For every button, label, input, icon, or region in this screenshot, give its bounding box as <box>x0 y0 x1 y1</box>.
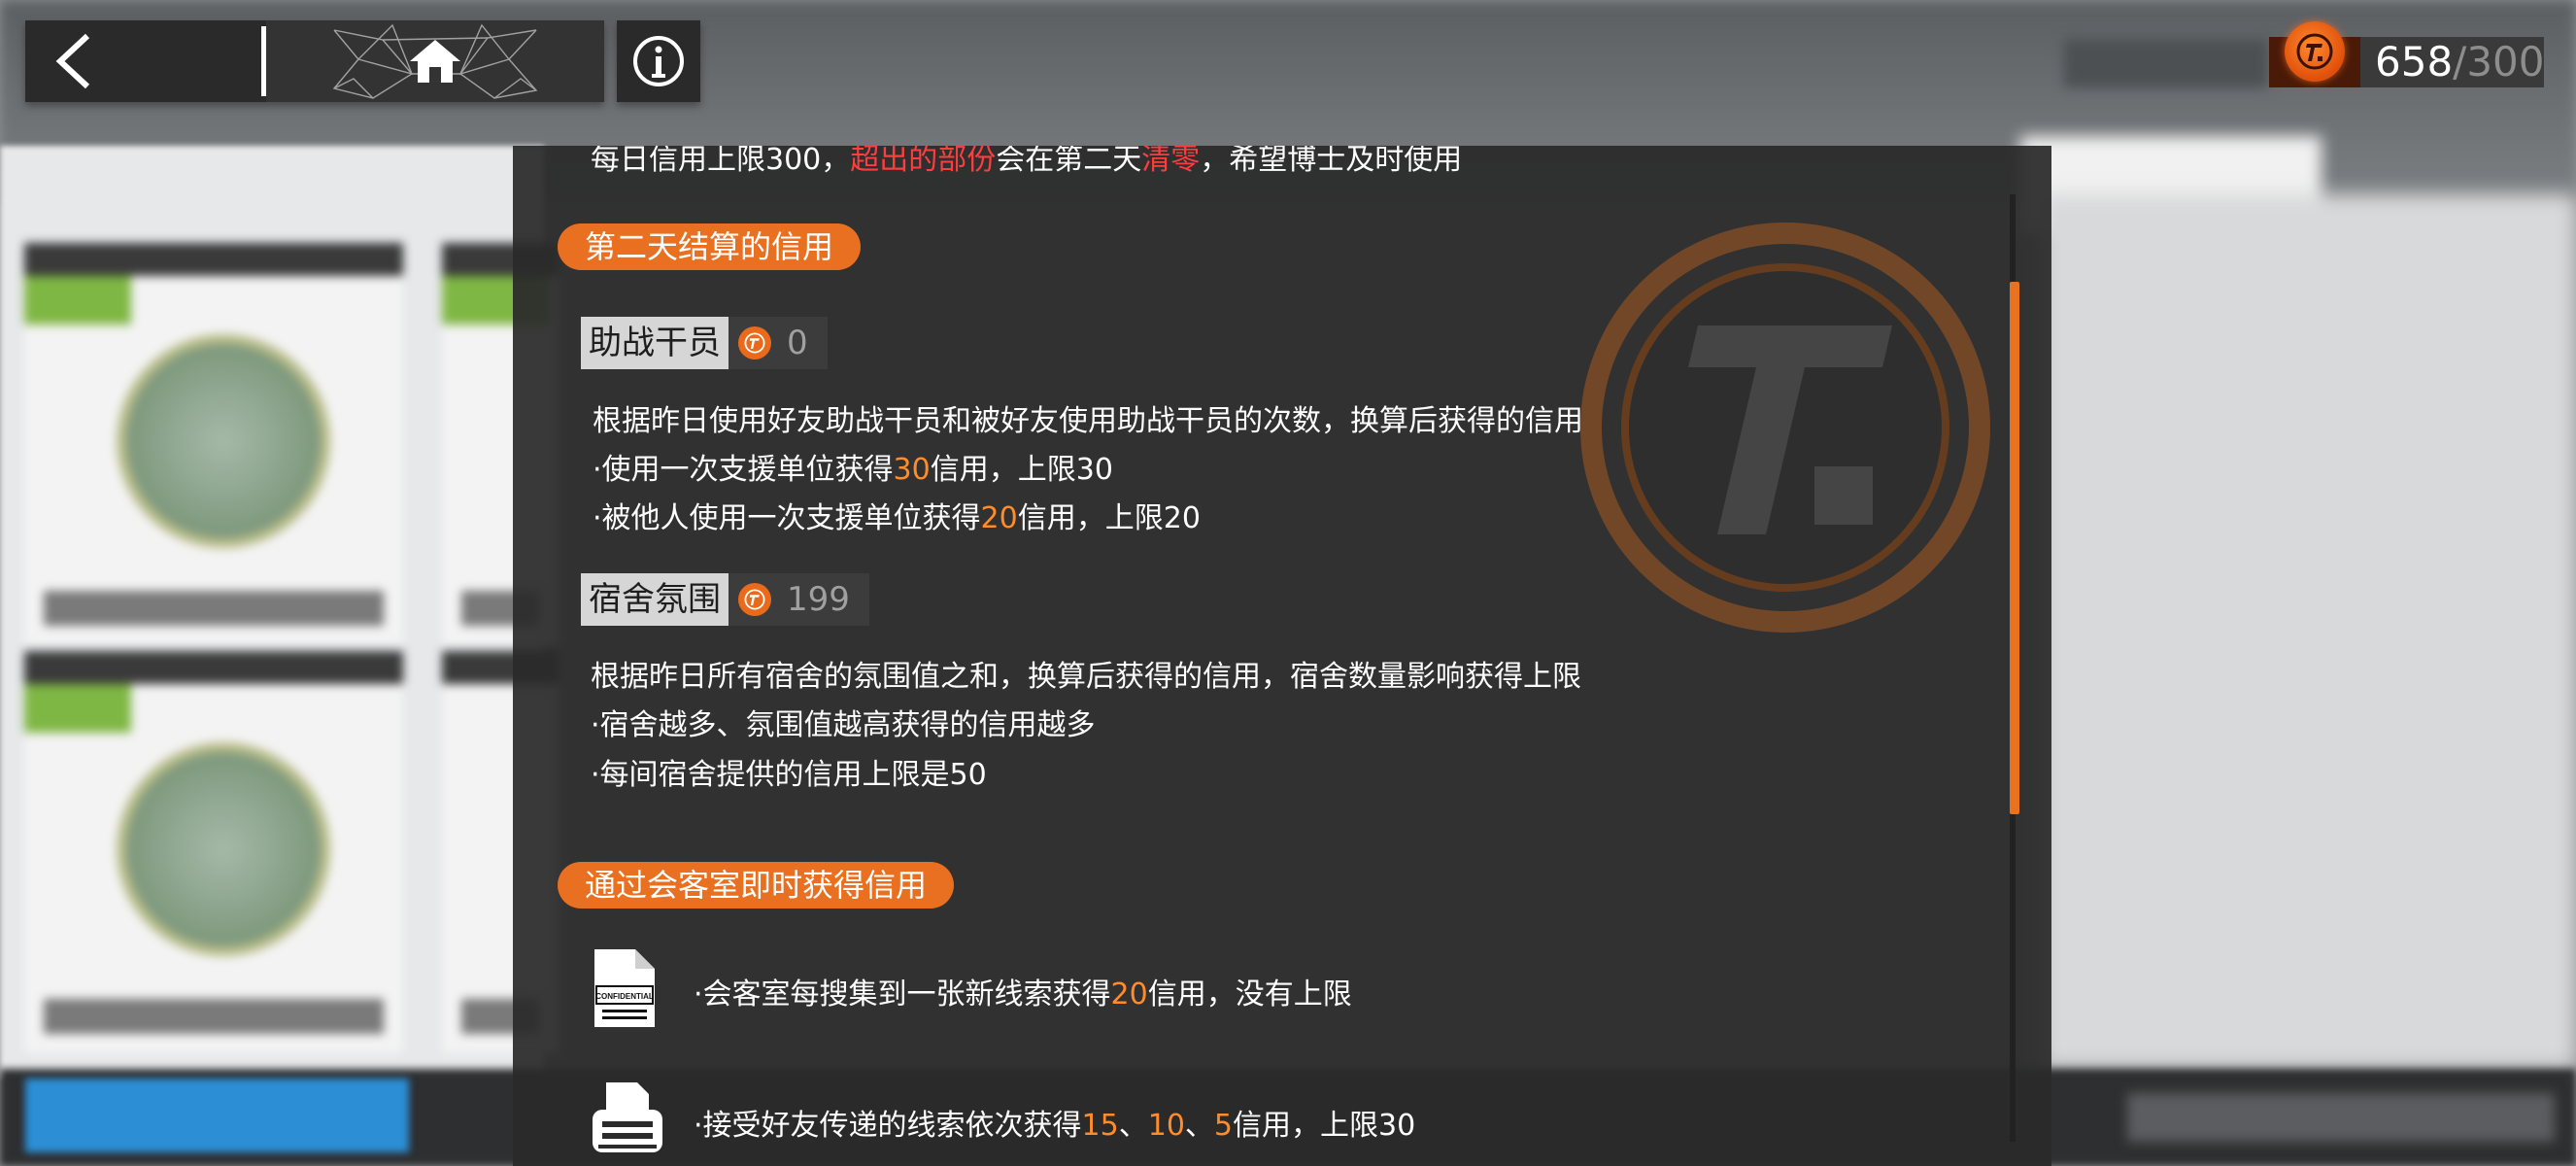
clue-rule: ·会客室每搜集到一张新线索获得20信用，没有上限 <box>694 970 1352 1012</box>
assist-label: 助战干员 <box>581 317 729 369</box>
dorm-label: 宿舍氛围 <box>581 573 729 626</box>
rule-number: 5 <box>1213 1109 1234 1143</box>
credit-limit: 300 <box>2466 38 2545 86</box>
modal-scrollbar-thumb[interactable] <box>2010 282 2019 814</box>
rule-number: 30 <box>893 453 931 487</box>
credit-coin-icon <box>2285 21 2345 82</box>
rule-text: ·会客室每搜集到一张新线索获得 <box>694 977 1111 1012</box>
home-button[interactable] <box>266 20 604 102</box>
rule-text: 信用，没有上限 <box>1147 977 1352 1012</box>
bg-top-buttons <box>2064 39 2268 87</box>
transfer-rule: ·接受好友传递的线索依次获得15、10、5信用，上限30 <box>694 1101 1415 1144</box>
assist-value-box: 0 <box>729 317 828 369</box>
home-icon <box>410 40 460 83</box>
confidential-stamp: CONFIDENTIAL <box>595 992 654 1001</box>
note-highlight: 清零 <box>1141 146 1201 177</box>
confidential-document-icon: CONFIDENTIAL <box>593 947 657 1033</box>
dorm-rule-2: ·每间宿舍提供的信用上限是50 <box>591 758 987 792</box>
rule-text: ·被他人使用一次支援单位获得 <box>593 501 981 535</box>
rule-text: ·使用一次支援单位获得 <box>593 453 894 487</box>
rule-number: 15 <box>1081 1109 1119 1143</box>
section-title-reception: 通过会客室即时获得信用 <box>558 862 955 909</box>
dorm-credit-label: 宿舍氛围 199 <box>581 573 869 626</box>
bg-item-card <box>24 651 403 1053</box>
credit-separator: / <box>2453 38 2467 86</box>
bg-item-card <box>24 243 403 645</box>
dorm-description: 根据昨日所有宿舍的氛围值之和，换算后获得的信用，宿舍数量影响获得上限 <box>591 660 1581 694</box>
assist-rule-1: ·使用一次支援单位获得30信用，上限30 <box>593 445 1113 488</box>
rule-number: 10 <box>1147 1109 1185 1143</box>
assist-value: 0 <box>787 324 808 362</box>
section-title-next-day: 第二天结算的信用 <box>558 223 862 270</box>
credit-coin-icon <box>738 326 771 360</box>
note-part: 每日信用上限300， <box>591 146 851 177</box>
info-icon <box>633 36 684 86</box>
rule-text: ·接受好友传递的线索依次获得 <box>694 1109 1082 1143</box>
chevron-left-icon <box>55 33 90 89</box>
rule-text: 信用，上限20 <box>1017 501 1201 535</box>
back-button[interactable] <box>25 20 264 102</box>
credit-coin-icon <box>738 583 771 616</box>
credit-text: 658/300 <box>2375 37 2545 87</box>
assist-rule-2: ·被他人使用一次支援单位获得20信用，上限20 <box>593 494 1201 536</box>
bg-right-panel <box>2040 194 2576 1069</box>
dorm-value-box: 199 <box>729 573 869 626</box>
dorm-rule-1: ·宿舍越多、氛围值越高获得的信用越多 <box>591 708 1096 742</box>
assist-credit-label: 助战干员 0 <box>581 317 828 369</box>
daily-limit-note: 每日信用上限300，超出的部份会在第二天清零，希望博士及时使用 <box>591 146 1462 178</box>
rule-number: 20 <box>1110 977 1148 1012</box>
credit-current: 658 <box>2375 38 2454 86</box>
info-button[interactable] <box>617 20 700 102</box>
dorm-value: 199 <box>787 580 850 619</box>
rule-number: 20 <box>980 501 1018 535</box>
credit-watermark-icon <box>1580 223 1990 633</box>
bg-blue-button <box>25 1079 409 1152</box>
rule-text: 信用，上限30 <box>1233 1109 1416 1143</box>
bg-grey-pill <box>2127 1093 2555 1142</box>
note-part: ，希望博士及时使用 <box>1200 146 1463 177</box>
credit-info-modal[interactable]: 每日信用上限300，超出的部份会在第二天清零，希望博士及时使用 第二天结算的信用… <box>513 146 2051 1166</box>
note-part: 会在第二天 <box>996 146 1142 177</box>
printer-icon <box>589 1079 666 1160</box>
rule-separator: 、 <box>1118 1109 1148 1143</box>
assist-description: 根据昨日使用好友助战干员和被好友使用助战干员的次数，换算后获得的信用 <box>593 404 1583 438</box>
rule-text: 信用，上限30 <box>930 453 1113 487</box>
rule-separator: 、 <box>1184 1109 1214 1143</box>
nav-bar <box>25 20 604 102</box>
note-highlight: 超出的部份 <box>850 146 997 177</box>
